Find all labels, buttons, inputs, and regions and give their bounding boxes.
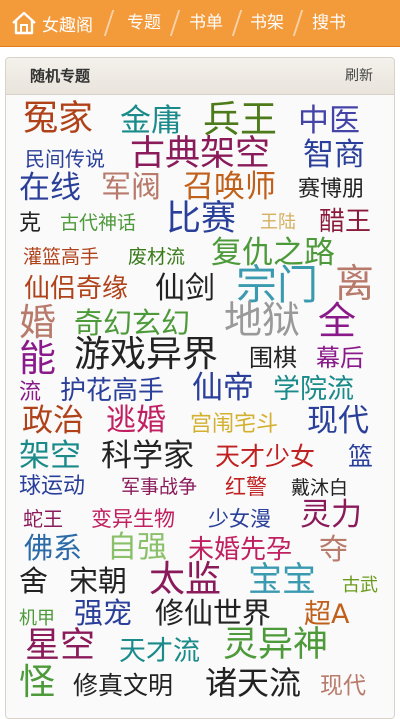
topic-tag[interactable]: 赛博朋	[298, 179, 364, 201]
topic-tag[interactable]: 流	[19, 382, 41, 404]
topic-tag[interactable]: 古典架空	[130, 137, 270, 172]
topic-tag[interactable]: 戴沐白	[291, 479, 348, 498]
topic-tag[interactable]: 废材流	[128, 248, 185, 267]
topic-tag[interactable]: 佛系	[24, 534, 82, 563]
topic-tag[interactable]: 冤家	[23, 102, 93, 137]
topic-tag[interactable]: 天才流	[119, 638, 200, 665]
topic-tag[interactable]: 在线	[19, 173, 81, 204]
topic-tag[interactable]: 灵力	[300, 500, 362, 531]
topic-tag[interactable]: 强宠	[74, 599, 132, 628]
topic-tag[interactable]: 克	[19, 213, 41, 235]
topic-tag[interactable]: 宝宝	[248, 563, 316, 597]
topic-tag[interactable]: 婚	[19, 304, 56, 341]
topic-tag[interactable]: 中医	[298, 106, 360, 137]
topic-tag[interactable]: 护花高手	[60, 378, 164, 404]
topic-tag[interactable]: 学院流	[273, 376, 354, 403]
topic-tag-cloud: 冤家 金庸 兵王 中医 民间传说 古典架空 智商 在线 军阀 召唤师 赛博朋 克…	[0, 0, 400, 711]
topic-tag[interactable]: 全	[318, 302, 356, 340]
topic-tag[interactable]: 醋王	[319, 209, 371, 235]
topic-tag[interactable]: 金庸	[120, 106, 182, 137]
topic-tag[interactable]: 幕后	[316, 346, 364, 370]
topic-tag[interactable]: 灵异神	[223, 628, 328, 663]
topic-tag[interactable]: 比赛	[166, 202, 236, 237]
topic-tag[interactable]: 地狱	[224, 301, 300, 339]
topic-tag[interactable]: 逃婚	[106, 406, 166, 436]
topic-tag[interactable]: 政治	[22, 406, 84, 437]
topic-tag[interactable]: 能	[19, 340, 56, 377]
topic-tag[interactable]: 天才少女	[215, 444, 315, 469]
topic-tag[interactable]: 超A	[304, 601, 349, 628]
topic-tag[interactable]: 仙帝	[192, 373, 254, 404]
topic-tag[interactable]: 灌篮高手	[23, 248, 99, 267]
topic-tag[interactable]: 现代	[320, 675, 366, 698]
topic-tag[interactable]: 现代	[307, 406, 369, 437]
topic-tag[interactable]: 球运动	[19, 476, 85, 498]
topic-tag[interactable]: 游戏异界	[74, 337, 218, 373]
topic-tag[interactable]: 军阀	[101, 173, 161, 203]
topic-tag[interactable]: 太监	[149, 562, 221, 598]
topic-tag[interactable]: 智商	[303, 140, 365, 171]
topic-tag[interactable]: 夺	[319, 535, 348, 564]
topic-tag[interactable]: 星空	[25, 629, 95, 664]
topic-tag[interactable]: 军事战争	[121, 478, 197, 497]
topic-tag[interactable]: 舍	[19, 567, 48, 596]
topic-tag[interactable]: 诸天流	[205, 667, 301, 699]
topic-tag[interactable]: 修仙世界	[155, 599, 271, 628]
topic-tag[interactable]: 蛇王	[23, 509, 63, 529]
topic-tag[interactable]: 王陆	[260, 214, 296, 232]
topic-tag[interactable]: 少女漫	[208, 509, 271, 530]
topic-tag[interactable]: 仙侣奇缘	[24, 276, 128, 302]
topic-tag[interactable]: 红警	[225, 477, 267, 498]
topic-tag[interactable]: 仙剑	[155, 274, 215, 304]
topic-tag[interactable]: 科学家	[101, 441, 194, 472]
topic-tag[interactable]: 怪	[19, 665, 55, 701]
topic-tag[interactable]: 古代神话	[60, 214, 136, 233]
topic-tag[interactable]: 围棋	[249, 346, 297, 370]
topic-tag[interactable]: 架空	[19, 441, 81, 472]
topic-tag[interactable]: 兵王	[203, 101, 277, 138]
topic-tag[interactable]: 宋朝	[69, 567, 127, 596]
topic-tag[interactable]: 民间传说	[25, 149, 105, 169]
topic-tag[interactable]: 篮	[348, 444, 373, 469]
topic-tag[interactable]: 古武	[342, 577, 378, 595]
topic-tag[interactable]: 宫闱宅斗	[190, 414, 278, 436]
topic-tag[interactable]: 变异生物	[91, 509, 175, 530]
topic-tag[interactable]: 修真文明	[73, 673, 173, 698]
